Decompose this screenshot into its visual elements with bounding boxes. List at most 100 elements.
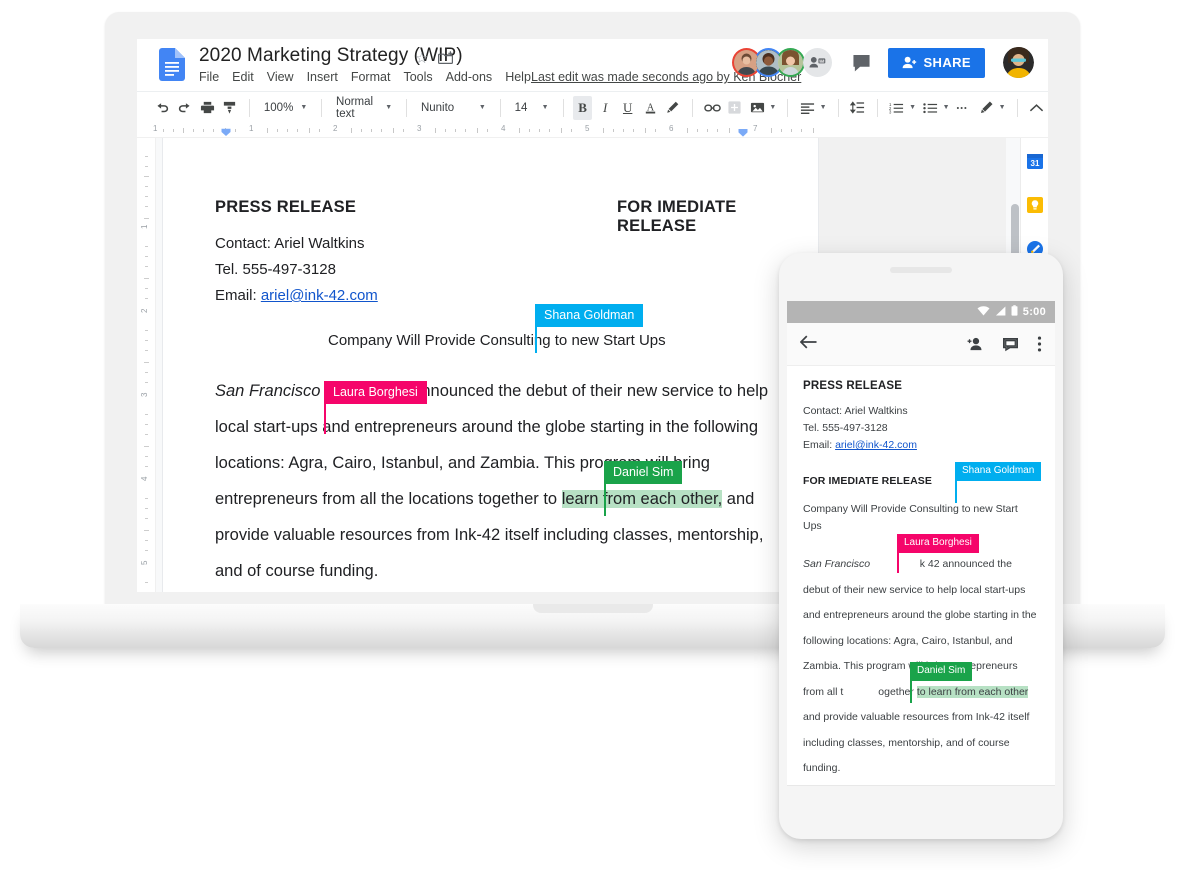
menu-bar: File Edit View Insert Format Tools Add-o… bbox=[199, 70, 531, 84]
chevron-down-icon[interactable]: ▼ bbox=[909, 104, 916, 111]
comment-icon[interactable] bbox=[848, 50, 874, 76]
menu-item-tools[interactable]: Tools bbox=[403, 70, 432, 84]
menu-item-file[interactable]: File bbox=[199, 70, 219, 84]
phone-app-bar bbox=[787, 323, 1055, 366]
email-link[interactable]: ariel@ink-42.com bbox=[261, 287, 378, 304]
font-value: Nunito bbox=[420, 101, 455, 114]
svg-text:3: 3 bbox=[889, 109, 892, 113]
menu-item-addons[interactable]: Add-ons bbox=[446, 70, 493, 84]
overflow-menu-icon[interactable] bbox=[1037, 336, 1042, 352]
phone-collaborator-caret-shana bbox=[955, 481, 957, 503]
italic-button[interactable]: I bbox=[596, 96, 615, 120]
ruler-number: 6 bbox=[669, 124, 674, 133]
phone-status-bar: 5:00 bbox=[787, 301, 1055, 323]
move-to-drive-folder-icon[interactable] bbox=[438, 50, 454, 66]
star-icon[interactable]: ☆ bbox=[415, 51, 428, 66]
font-select[interactable]: Nunito ▼ bbox=[415, 97, 492, 119]
numbered-list-icon[interactable]: 123 bbox=[888, 96, 907, 120]
google-keep-icon[interactable] bbox=[1025, 196, 1044, 214]
zoom-select[interactable]: 100% ▼ bbox=[258, 97, 313, 119]
toolbar-divider bbox=[499, 98, 501, 117]
add-collaborator-icon[interactable] bbox=[803, 48, 833, 77]
horizontal-ruler[interactable]: 1 1 2 3 4 5 6 7 bbox=[137, 123, 1048, 138]
phone-screen: 5:00 PRESS RELEASE Contact: Ariel Waltki… bbox=[787, 301, 1055, 785]
add-comment-icon[interactable] bbox=[725, 96, 744, 120]
text-color-button[interactable]: A bbox=[641, 96, 660, 120]
menu-item-help[interactable]: Help bbox=[505, 70, 531, 84]
svg-text:31: 31 bbox=[1030, 159, 1039, 168]
back-arrow-icon[interactable] bbox=[799, 335, 817, 354]
phone-email-label: Email: bbox=[803, 439, 836, 451]
right-indent-marker[interactable] bbox=[738, 125, 748, 137]
chevron-down-icon[interactable]: ▼ bbox=[769, 104, 776, 111]
google-calendar-icon[interactable]: 31 bbox=[1025, 152, 1044, 170]
ruler-ticks: 1 1 2 3 4 5 6 7 bbox=[137, 123, 1048, 137]
document-page[interactable]: PRESS RELEASE FOR IMEDIATE RELEASE Conta… bbox=[163, 138, 818, 592]
chevron-down-icon[interactable]: ▼ bbox=[943, 104, 950, 111]
add-person-icon[interactable] bbox=[967, 337, 984, 351]
editing-pencil-icon[interactable] bbox=[977, 96, 996, 120]
paragraph-style-select[interactable]: Normal text ▼ bbox=[330, 95, 398, 120]
chevron-down-icon[interactable]: ▼ bbox=[820, 104, 827, 111]
ruler-number: 5 bbox=[585, 124, 590, 133]
phone-subhead-before: Company Will Provide Consulting bbox=[803, 503, 959, 515]
toolbar-divider bbox=[837, 98, 839, 117]
phone-email-link[interactable]: ariel@ink-42.com bbox=[835, 439, 917, 451]
header-right-actions: SHARE bbox=[732, 47, 1034, 78]
undo-icon[interactable] bbox=[153, 96, 172, 120]
chevron-down-icon: ▼ bbox=[541, 104, 549, 111]
toolbar-divider bbox=[1016, 98, 1018, 117]
ruler-number: 5 bbox=[140, 560, 149, 565]
phone-subhead-line: Company Will Provide Consulting to new S… bbox=[803, 501, 1039, 535]
subhead-line: Company Will Provide Consulting to new S… bbox=[328, 331, 666, 350]
phone-clock: 5:00 bbox=[1022, 306, 1046, 318]
ruler-number: 1 bbox=[140, 224, 149, 229]
insert-image-icon[interactable] bbox=[748, 96, 767, 120]
phone-contact-line: Contact: Ariel Waltkins bbox=[803, 405, 908, 417]
font-size-select[interactable]: 14 ▼ bbox=[509, 97, 555, 119]
title-action-icons: ☆ bbox=[415, 50, 454, 66]
collapse-toolbar-icon[interactable] bbox=[1027, 96, 1046, 120]
account-avatar[interactable] bbox=[1003, 47, 1034, 78]
vertical-ruler[interactable]: 1 2 3 4 5 bbox=[137, 138, 156, 592]
ruler-number: 2 bbox=[333, 124, 338, 133]
docs-file-icon[interactable] bbox=[159, 48, 185, 81]
share-button[interactable]: SHARE bbox=[888, 47, 985, 78]
menu-item-format[interactable]: Format bbox=[351, 70, 391, 84]
toolbar-divider bbox=[406, 98, 407, 117]
for-immediate-release: FOR IMEDIATE RELEASE bbox=[617, 198, 737, 235]
print-icon[interactable] bbox=[198, 96, 217, 120]
highlight-pen-icon[interactable] bbox=[663, 96, 682, 120]
align-left-icon[interactable] bbox=[798, 96, 817, 120]
menu-item-insert[interactable]: Insert bbox=[307, 70, 338, 84]
phone-tel-line: Tel. 555-497-3128 bbox=[803, 422, 888, 434]
more-options-icon[interactable] bbox=[955, 96, 974, 120]
phone-collaborator-caret-laura bbox=[897, 553, 899, 573]
laptop-base-notch bbox=[532, 604, 653, 613]
phone-document[interactable]: PRESS RELEASE Contact: Ariel Waltkins Te… bbox=[787, 366, 1055, 782]
font-size-value: 14 bbox=[514, 101, 528, 114]
toolbar-divider bbox=[321, 98, 323, 117]
bold-button[interactable]: B bbox=[573, 95, 592, 120]
chevron-down-icon[interactable]: ▼ bbox=[999, 104, 1006, 111]
person-add-icon bbox=[903, 56, 917, 69]
ruler-number: 2 bbox=[140, 308, 149, 313]
link-icon[interactable] bbox=[703, 96, 722, 120]
paint-format-icon[interactable] bbox=[221, 96, 240, 120]
paragraph-style-value: Normal text bbox=[336, 95, 374, 120]
comment-icon[interactable] bbox=[1002, 337, 1019, 352]
collaborator-caret-laura bbox=[324, 404, 326, 434]
line-spacing-icon[interactable] bbox=[848, 96, 867, 120]
phone-collaborator-tag-shana: Shana Goldman bbox=[955, 462, 1042, 481]
menu-item-edit[interactable]: Edit bbox=[232, 70, 254, 84]
avatar[interactable] bbox=[776, 48, 806, 77]
tel-line: Tel. 555-497-3128 bbox=[215, 261, 336, 278]
press-release-heading: PRESS RELEASE bbox=[215, 198, 357, 216]
redo-icon[interactable] bbox=[176, 96, 195, 120]
zoom-value: 100% bbox=[263, 101, 294, 114]
left-indent-marker[interactable] bbox=[221, 125, 231, 136]
menu-item-view[interactable]: View bbox=[267, 70, 294, 84]
underline-button[interactable]: U bbox=[618, 96, 637, 120]
battery-icon bbox=[1011, 303, 1018, 321]
bulleted-list-icon[interactable] bbox=[921, 96, 940, 120]
